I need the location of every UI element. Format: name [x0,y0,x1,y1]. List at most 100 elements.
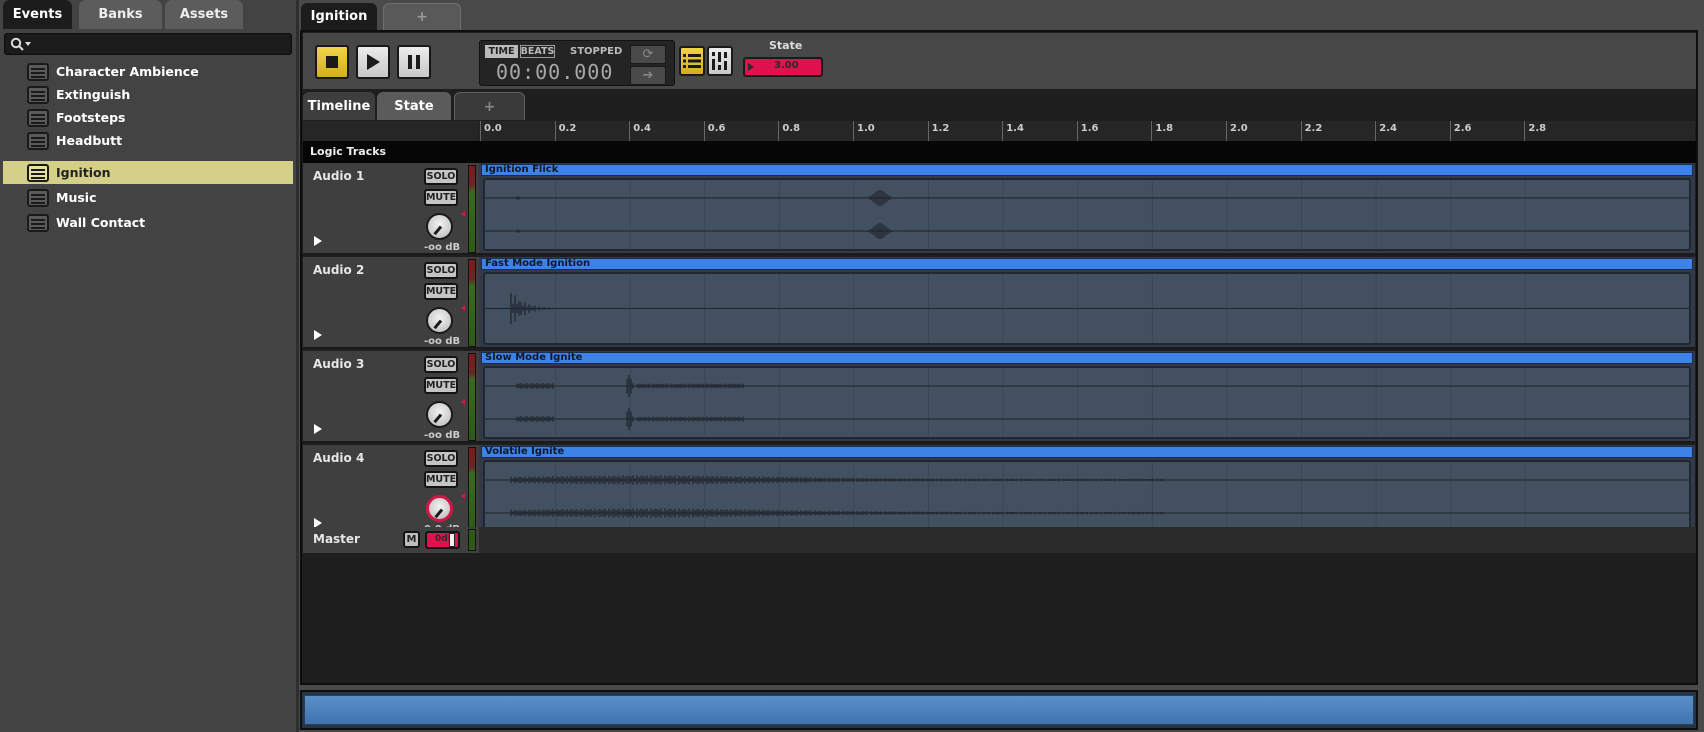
track-level-meter [468,447,476,535]
event-item-label: Music [56,190,97,205]
instrument-clip-waveform[interactable] [483,366,1691,439]
overview-scrollbar[interactable] [300,690,1698,730]
event-icon [27,108,49,127]
event-icon [27,131,49,150]
ruler-tick-label: 1.2 [931,123,950,134]
tab-ignition[interactable]: Ignition [301,3,377,30]
event-icon [27,62,49,81]
ruler-tick-label: 0.0 [484,123,502,134]
play-button[interactable] [356,45,390,79]
instrument-clip-header[interactable]: Volatile Ignite [481,446,1693,458]
ruler-tick: 1.6 [1076,121,1099,141]
tab-assets[interactable]: Assets [165,0,243,29]
solo-button[interactable]: SOLO [424,450,458,467]
ruler-tick-label: 0.4 [633,123,651,134]
ruler-tick-label: 0.8 [782,123,801,134]
search-icon[interactable] [10,37,32,51]
event-item-headbutt[interactable]: Headbutt [3,129,293,152]
tab-events[interactable]: Events [3,0,72,29]
mute-button[interactable]: MUTE [424,377,458,394]
fmod-studio-window: Events Banks Assets Character Ambience E… [0,0,1704,732]
event-item-label: Ignition [56,165,111,180]
search-input[interactable] [4,33,292,55]
loop-button[interactable]: ⟳ [630,45,666,64]
tab-timeline[interactable]: Timeline [303,92,375,120]
instrument-clip-waveform[interactable] [483,460,1691,533]
instrument-clip-header[interactable]: Fast Mode Ignition [481,258,1693,270]
mute-button[interactable]: MUTE [424,283,458,300]
event-item-wall-contact[interactable]: Wall Contact [3,211,293,234]
event-item-ignition[interactable]: Ignition [3,161,293,184]
mixer-view-button[interactable] [707,46,733,76]
master-volume-fader[interactable]: 0dB [425,531,460,549]
instrument-clip-header[interactable]: Slow Mode Ignite [481,352,1693,364]
stop-icon [326,56,338,68]
event-item-label: Extinguish [56,87,131,102]
volume-knob[interactable] [426,495,453,522]
volume-value: -oo dB [424,430,461,441]
track-header-audio-1[interactable]: Audio 1 SOLO MUTE -oo dB [303,163,479,255]
panel-splitter[interactable] [296,0,299,732]
volume-knob[interactable] [426,213,453,240]
parameter-ruler[interactable]: 0.0 0.2 0.4 0.6 0.8 1.0 1.2 1.4 1.6 1.8 2.0 2.2 2.4 2… [479,121,1695,141]
track-lane-audio-1[interactable]: Ignition Flick [479,163,1695,255]
follow-playback-button[interactable]: ➔ [630,66,666,85]
event-item-character-ambience[interactable]: Character Ambience [3,60,293,83]
volume-knob[interactable] [426,307,453,334]
beats-mode-toggle[interactable]: BEATS [520,45,555,58]
add-parameter-tab-button[interactable]: + [454,92,525,120]
instrument-clip-header[interactable]: Ignition Flick [481,164,1693,176]
mute-button[interactable]: MUTE [424,471,458,488]
stop-button[interactable] [315,45,349,79]
ruler-tick-label: 1.0 [857,123,875,134]
knob-indicator [433,413,443,424]
waveform-graphic [485,274,1689,343]
list-view-button[interactable] [679,46,705,76]
ruler-tick-label: 2.2 [1304,123,1323,134]
automation-marker-icon [461,399,465,405]
tab-banks[interactable]: Banks [79,0,162,29]
expand-track-icon[interactable] [314,424,322,434]
track-name[interactable]: Audio 4 [313,451,364,465]
volume-knob[interactable] [426,401,453,428]
track-lane-audio-3[interactable]: Slow Mode Ignite [479,351,1695,443]
ruler-tick: 0.8 [778,121,800,141]
track-lane-audio-2[interactable]: Fast Mode Ignition [479,257,1695,349]
instrument-clip-waveform[interactable] [483,178,1691,251]
mixer-icon [712,52,727,70]
instrument-clip-label: Volatile Ignite [485,446,565,457]
event-item-extinguish[interactable]: Extinguish [3,83,293,106]
solo-button[interactable]: SOLO [424,262,458,279]
instrument-clip-label: Fast Mode Ignition [485,258,591,269]
track-level-meter [468,165,476,253]
event-item-music[interactable]: Music [3,186,293,209]
track-name[interactable]: Audio 3 [313,357,364,371]
event-item-label: Headbutt [56,133,123,148]
state-parameter-slider[interactable]: 3.00 [743,57,823,77]
track-name[interactable]: Audio 1 [313,169,364,183]
expand-track-icon[interactable] [314,236,322,246]
track-name[interactable]: Audio 2 [313,263,364,277]
master-mute-button[interactable]: M [403,531,420,548]
ruler-tick: 0.6 [703,121,726,141]
instrument-clip-waveform[interactable] [483,272,1691,345]
track-lane-audio-4[interactable]: Volatile Ignite [479,445,1695,537]
event-item-label: Character Ambience [56,64,199,79]
track-header-audio-3[interactable]: Audio 3 SOLO MUTE -oo dB [303,351,479,443]
add-editor-tab-button[interactable]: + [383,3,461,30]
mute-button[interactable]: MUTE [424,189,458,206]
pause-button[interactable] [397,45,431,79]
time-mode-toggle[interactable]: TIME [485,45,518,58]
event-item-footsteps[interactable]: Footsteps [3,106,293,129]
solo-button[interactable]: SOLO [424,168,458,185]
overview-scroll-thumb[interactable] [304,695,1694,725]
ruler-tick-label: 1.4 [1006,123,1024,134]
fader-handle[interactable] [449,533,455,547]
ruler-tick: 1.0 [853,121,875,141]
solo-button[interactable]: SOLO [424,356,458,373]
volume-value: -oo dB [424,336,461,347]
track-header-audio-4[interactable]: Audio 4SOLOMUTE0.0 dB [303,445,479,537]
track-header-audio-2[interactable]: Audio 2 SOLO MUTE -oo dB [303,257,479,349]
expand-track-icon[interactable] [314,330,322,340]
tab-state[interactable]: State [377,92,451,120]
